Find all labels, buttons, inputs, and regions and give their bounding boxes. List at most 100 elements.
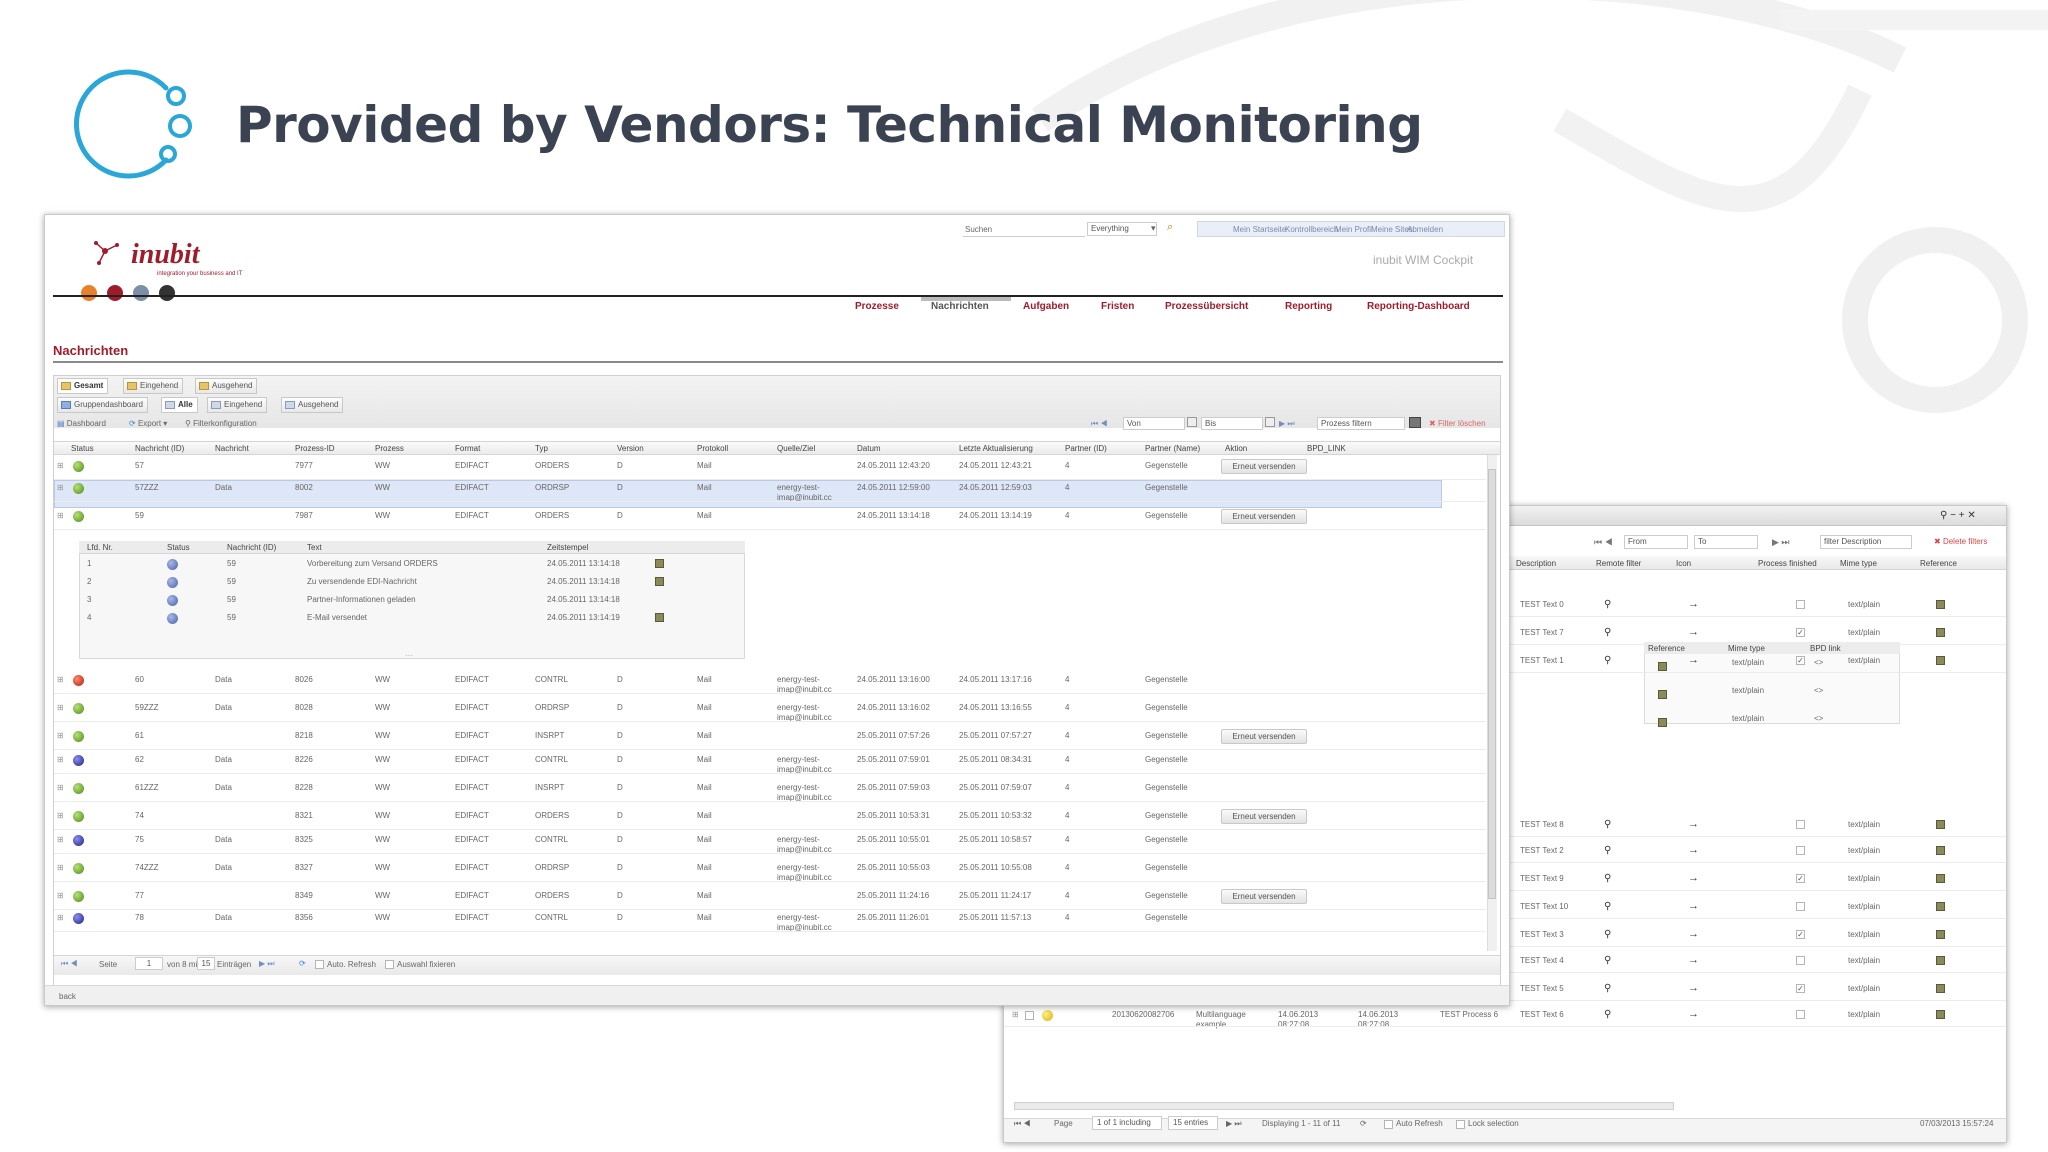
von-input[interactable]: Von (1123, 417, 1185, 430)
arrow-right-icon[interactable]: → (1688, 982, 1699, 994)
row-checkbox[interactable] (1025, 1011, 1034, 1020)
arrow-right-icon[interactable]: → (1688, 844, 1699, 856)
bis-arrows[interactable]: ▶ ⏭ (1279, 419, 1295, 429)
auto-refresh-checkbox[interactable] (1384, 1120, 1393, 1129)
column-header[interactable]: Prozess-ID (295, 444, 335, 453)
from-input[interactable]: From (1624, 535, 1688, 549)
nested-reference-icon[interactable] (1658, 662, 1667, 671)
pager-entries-select[interactable]: 15 entries (1168, 1116, 1218, 1130)
process-filter-input[interactable]: Prozess filtern (1317, 417, 1405, 430)
reference-icon[interactable] (1936, 902, 1945, 911)
nav-item[interactable]: Prozesse (855, 301, 899, 312)
row-expander[interactable]: ⊞ (57, 755, 64, 764)
nav-item[interactable]: Fristen (1101, 301, 1134, 312)
nav-item[interactable]: Reporting-Dashboard (1367, 301, 1470, 312)
pager-first-prev[interactable]: ⏮ ◀ (61, 959, 78, 969)
process-finished-checkbox[interactable] (1796, 846, 1805, 855)
nested-reference-icon[interactable] (1658, 718, 1667, 727)
nav-item[interactable]: Nachrichten (931, 301, 989, 312)
print-icon[interactable] (1409, 417, 1421, 428)
lock-selection-checkbox[interactable] (1456, 1120, 1465, 1129)
pager-next-last[interactable]: ▶ ⏭ (1226, 1119, 1242, 1129)
process-finished-checkbox[interactable] (1796, 600, 1805, 609)
row-expander[interactable]: ⊞ (57, 835, 64, 844)
tab-eingehend-2[interactable]: Eingehend (207, 397, 268, 413)
window-controls[interactable]: ⚲ − + ✕ (1940, 510, 1976, 521)
tab-gesamt[interactable]: Gesamt (57, 378, 109, 394)
document-icon[interactable] (655, 613, 664, 622)
tab-alle[interactable]: Alle (161, 397, 198, 413)
bis-input[interactable]: Bis (1201, 417, 1263, 430)
resend-button[interactable]: Erneut versenden (1221, 729, 1307, 744)
remote-filter-icon[interactable]: ⚲ (1604, 929, 1611, 940)
reference-icon[interactable] (1936, 820, 1945, 829)
document-icon[interactable] (655, 577, 664, 586)
nested-reference-icon[interactable] (1658, 690, 1667, 699)
pager-first-prev[interactable]: ⏮ ◀ (1014, 1119, 1031, 1129)
nested-cell-link[interactable]: <> (1814, 658, 1823, 667)
nested-cell-link[interactable]: <> (1814, 686, 1823, 695)
column-header[interactable]: Datum (857, 444, 881, 453)
from-arrows[interactable]: ⏮ ◀ (1594, 537, 1613, 548)
von-arrows[interactable]: ⏮ ◀ (1091, 419, 1108, 429)
reference-icon[interactable] (1936, 846, 1945, 855)
reference-icon[interactable] (1936, 600, 1945, 609)
column-header[interactable]: Nachricht (ID) (135, 444, 184, 453)
column-header[interactable]: Quelle/Ziel (777, 444, 815, 453)
search-icon[interactable]: ⌕ (1167, 221, 1173, 234)
process-finished-checkbox[interactable]: ✓ (1796, 984, 1805, 993)
arrow-right-icon[interactable]: → (1688, 626, 1699, 638)
arrow-right-icon[interactable]: → (1688, 654, 1699, 666)
remote-filter-icon[interactable]: ⚲ (1604, 599, 1611, 610)
row-expander[interactable]: ⊞ (57, 891, 64, 900)
pager-page-input[interactable]: 1 of 1 including (1092, 1116, 1162, 1130)
delete-filters-button[interactable]: ✖ Delete filters (1934, 537, 1987, 546)
process-finished-checkbox[interactable] (1796, 1010, 1805, 1019)
remote-filter-icon[interactable]: ⚲ (1604, 955, 1611, 966)
dashboard-button[interactable]: ▤ Dashboard (57, 419, 106, 428)
arrow-right-icon[interactable]: → (1688, 598, 1699, 610)
remote-filter-icon[interactable]: ⚲ (1604, 627, 1611, 638)
description-filter-input[interactable]: filter Description (1820, 535, 1912, 549)
column-header[interactable]: Partner (Name) (1145, 444, 1200, 453)
nested-cell-link[interactable]: <> (1814, 714, 1823, 723)
column-header[interactable]: Nachricht (215, 444, 249, 453)
remote-filter-icon[interactable]: ⚲ (1604, 873, 1611, 884)
refresh-icon[interactable]: ⟳ (1360, 1119, 1367, 1128)
column-header[interactable]: Status (71, 444, 94, 453)
bis-calendar-icon[interactable] (1265, 417, 1275, 427)
row-expander[interactable]: ⊞ (57, 783, 64, 792)
tab-ausgehend[interactable]: Ausgehend (195, 378, 258, 394)
reference-icon[interactable] (1936, 1010, 1945, 1019)
remote-filter-icon[interactable]: ⚲ (1604, 655, 1611, 666)
pager-next-last[interactable]: ▶ ⏭ (259, 959, 275, 969)
row-expander[interactable]: ⊞ (57, 461, 64, 470)
arrow-right-icon[interactable]: → (1688, 954, 1699, 966)
row-expander[interactable]: ⊞ (57, 511, 64, 520)
row-expander[interactable]: ⊞ (57, 811, 64, 820)
column-header[interactable]: Typ (535, 444, 548, 453)
process-finished-checkbox[interactable] (1796, 820, 1805, 829)
column-header[interactable]: Partner (ID) (1065, 444, 1107, 453)
column-header[interactable]: BPD_LINK (1307, 444, 1346, 453)
col-icon[interactable]: Icon (1676, 559, 1691, 568)
remote-filter-icon[interactable]: ⚲ (1604, 1009, 1611, 1020)
process-finished-checkbox[interactable]: ✓ (1796, 874, 1805, 883)
tab-gruppendashboard[interactable]: Gruppendashboard (57, 397, 148, 413)
resend-button[interactable]: Erneut versenden (1221, 809, 1307, 824)
row-expander[interactable]: ⊞ (57, 913, 64, 922)
resend-button[interactable]: Erneut versenden (1221, 889, 1307, 904)
column-header[interactable]: Version (617, 444, 644, 453)
col-remote-filter[interactable]: Remote filter (1596, 559, 1641, 568)
scrollbar-thumb[interactable] (1488, 469, 1496, 899)
column-header[interactable]: Format (455, 444, 480, 453)
to-input[interactable]: To (1694, 535, 1758, 549)
column-header[interactable]: Aktion (1225, 444, 1247, 453)
reference-icon[interactable] (1936, 874, 1945, 883)
to-arrows[interactable]: ▶ ⏭ (1772, 537, 1790, 548)
col-reference[interactable]: Reference (1920, 559, 1957, 568)
filter-config-button[interactable]: ⚲ Filterkonfiguration (185, 419, 257, 428)
process-finished-checkbox[interactable] (1796, 902, 1805, 911)
top-link[interactable]: Mein Profil (1335, 225, 1373, 234)
arrow-right-icon[interactable]: → (1688, 872, 1699, 884)
